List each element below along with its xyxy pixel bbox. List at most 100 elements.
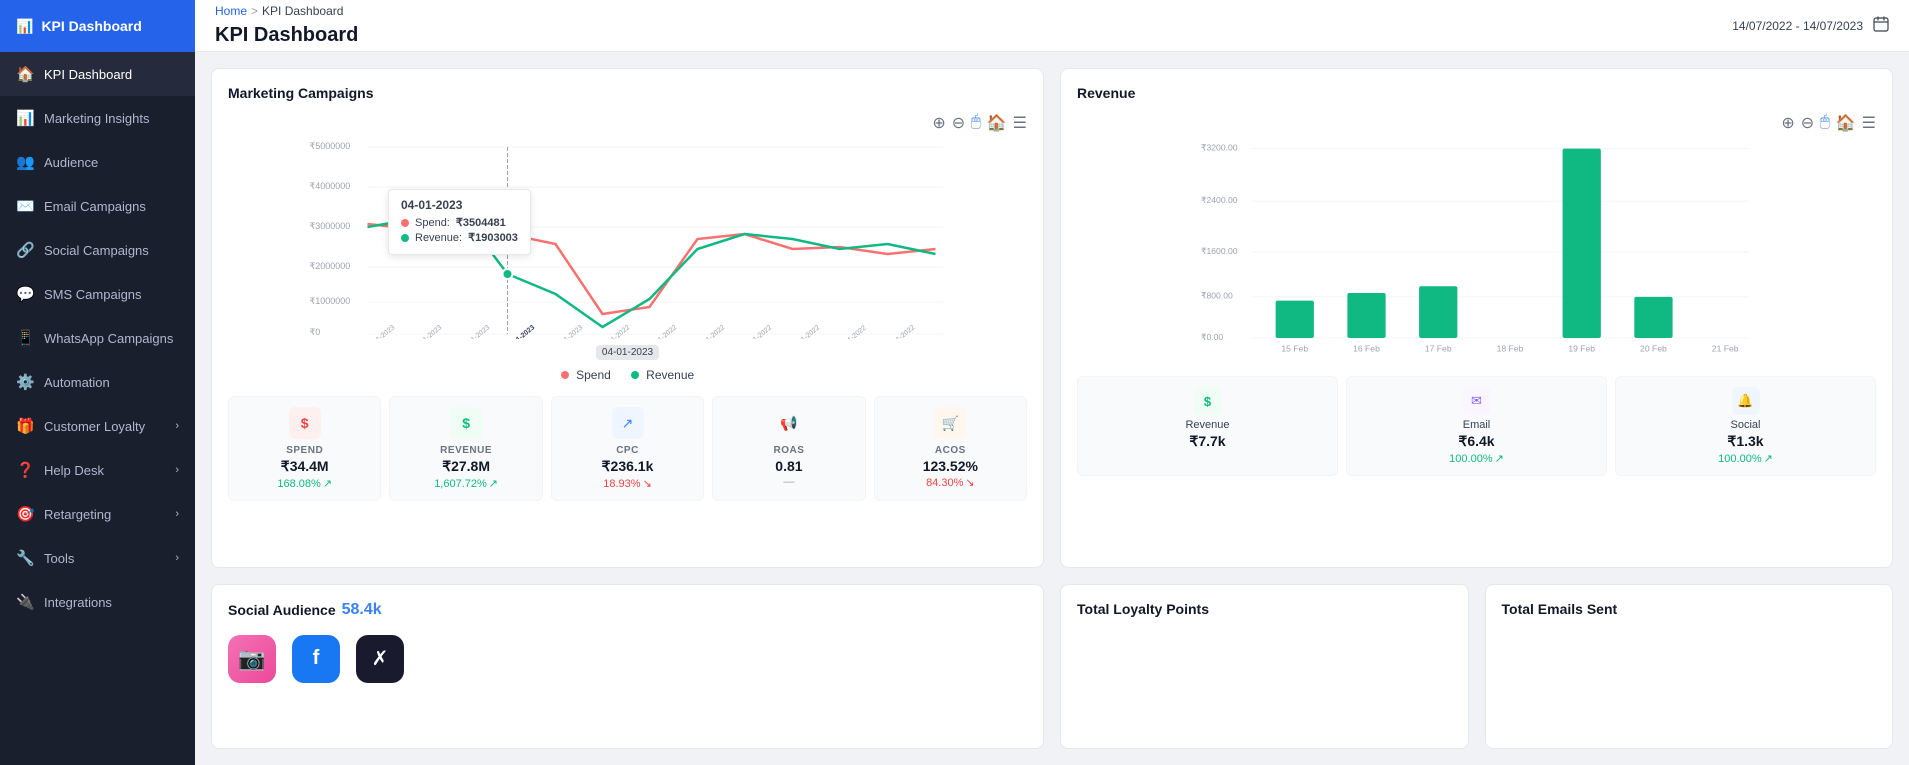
bottom-right-cards: Total Loyalty Points Total Emails Sent <box>1060 584 1893 750</box>
sidebar-item-help-label: Help Desk <box>44 463 104 478</box>
rev-dollar-icon: $ <box>1194 387 1222 415</box>
spend-dot <box>561 371 569 379</box>
social-title-row: Social Audience 58.4k <box>228 601 1027 619</box>
facebook-item: f <box>292 635 340 683</box>
revenue-icon-wrap: $ <box>450 407 482 439</box>
revenue-change-value: 1,607.72% <box>434 478 487 490</box>
legend-spend: Spend <box>561 368 611 382</box>
rev-zoom-in-icon[interactable]: ⊕ <box>1781 113 1794 133</box>
acos-value: 123.52% <box>887 458 1014 474</box>
sidebar-item-automation[interactable]: ⚙️ Automation <box>0 360 195 404</box>
sidebar-item-sms-campaigns[interactable]: 💬 SMS Campaigns <box>0 272 195 316</box>
sidebar-item-whatsapp-campaigns[interactable]: 📱 WhatsApp Campaigns <box>0 316 195 360</box>
svg-text:07-01-2022: 07-01-2022 <box>646 324 678 339</box>
sidebar-item-email-label: Email Campaigns <box>44 199 146 214</box>
bar-16feb <box>1347 293 1385 338</box>
sidebar-item-retargeting[interactable]: 🎯 Retargeting › <box>0 492 195 536</box>
tooltip-revenue-value: ₹1903003 <box>468 231 518 244</box>
rev-email-change: 100.00% ↗ <box>1359 452 1594 465</box>
selected-date-label: 04-01-2023 <box>596 345 659 360</box>
svg-text:20 Feb: 20 Feb <box>1640 343 1667 353</box>
facebook-icon-wrap: f <box>292 635 340 683</box>
acos-trend-icon: ↘ <box>965 476 974 489</box>
sidebar-item-audience[interactable]: 👥 Audience <box>0 140 195 184</box>
chart-toolbar-marketing: ⊕ ⊖ 🖱 🏠 ☰ <box>228 113 1027 133</box>
sidebar-item-kpi-dashboard[interactable]: 🏠 KPI Dashboard <box>0 52 195 96</box>
chart-tooltip: 04-01-2023 Spend: ₹3504481 Revenue: ₹190… <box>388 189 531 255</box>
sidebar-logo[interactable]: 📊 KPI Dashboard <box>0 0 195 52</box>
social-campaigns-icon: 🔗 <box>16 241 34 259</box>
roas-icon: 📢 <box>780 415 797 432</box>
tooltip-revenue-row: Revenue: ₹1903003 <box>401 231 518 244</box>
marketing-insights-icon: 📊 <box>16 109 34 127</box>
revenue-title: Revenue <box>1077 85 1876 101</box>
cpc-label: CPC <box>564 445 691 456</box>
social-audience-card: Social Audience 58.4k 📷 f ✗ <box>211 584 1044 750</box>
tooltip-spend-value: ₹3504481 <box>456 216 506 229</box>
svg-text:03-01-2023: 03-01-2023 <box>459 324 491 339</box>
refresh-icon[interactable]: 🖱 <box>971 113 981 133</box>
calendar-icon[interactable] <box>1873 16 1889 35</box>
rev-refresh-icon[interactable]: 🖱 <box>1820 113 1830 133</box>
sms-icon: 💬 <box>16 285 34 303</box>
svg-text:₹2400.00: ₹2400.00 <box>1201 195 1238 205</box>
bar-15feb <box>1276 301 1314 338</box>
tools-chevron: › <box>175 552 179 564</box>
breadcrumb-home[interactable]: Home <box>215 4 247 18</box>
roas-change: — <box>725 476 852 488</box>
sidebar-item-email-campaigns[interactable]: ✉️ Email Campaigns <box>0 184 195 228</box>
rev-home-icon[interactable]: 🏠 <box>1836 113 1856 133</box>
sidebar-item-sms-label: SMS Campaigns <box>44 287 142 302</box>
rev-social-label: Social <box>1628 419 1863 431</box>
rev-zoom-out-icon[interactable]: ⊖ <box>1801 113 1814 133</box>
revenue-icon: $ <box>462 415 470 431</box>
svg-text:₹5000000: ₹5000000 <box>310 141 351 151</box>
home-icon[interactable]: 🏠 <box>987 113 1007 133</box>
sidebar-item-help-desk[interactable]: ❓ Help Desk › <box>0 448 195 492</box>
sidebar-item-whatsapp-label: WhatsApp Campaigns <box>44 331 173 346</box>
spend-change: 168.08% ↗ <box>241 477 368 490</box>
revenue-dot <box>631 371 639 379</box>
cpc-icon: ↗ <box>622 415 634 432</box>
zoom-in-icon[interactable]: ⊕ <box>932 113 945 133</box>
rev-revenue-label: Revenue <box>1090 419 1325 431</box>
sidebar-item-integrations-label: Integrations <box>44 595 112 610</box>
revenue-value: ₹27.8M <box>402 458 529 475</box>
kpi-revenue: $ REVENUE ₹27.8M 1,607.72% ↗ <box>389 396 542 501</box>
sidebar-item-integrations[interactable]: 🔌 Integrations <box>0 580 195 624</box>
spend-label: SPEND <box>241 445 368 456</box>
svg-text:₹2000000: ₹2000000 <box>310 261 351 271</box>
total-emails-card: Total Emails Sent <box>1485 584 1894 750</box>
total-loyalty-card: Total Loyalty Points <box>1060 584 1469 750</box>
instagram-icon: 📷 <box>238 646 265 672</box>
facebook-icon: f <box>313 647 320 670</box>
total-loyalty-title: Total Loyalty Points <box>1077 601 1452 617</box>
svg-text:₹0.00: ₹0.00 <box>1201 332 1223 342</box>
help-chevron: › <box>175 464 179 476</box>
menu-icon[interactable]: ☰ <box>1013 113 1027 133</box>
retargeting-icon: 🎯 <box>16 505 34 523</box>
sidebar-item-tools-label: Tools <box>44 551 74 566</box>
instagram-icon-wrap: 📷 <box>228 635 276 683</box>
cpc-change-value: 18.93% <box>603 478 640 490</box>
chart-toolbar-revenue: ⊕ ⊖ 🖱 🏠 ☰ <box>1077 113 1876 133</box>
roas-label: ROAS <box>725 445 852 456</box>
svg-text:19 Feb: 19 Feb <box>1568 343 1595 353</box>
rev-metric-social: 🔔 Social ₹1.3k 100.00% ↗ <box>1615 376 1876 476</box>
svg-text:₹0: ₹0 <box>310 327 321 337</box>
bar-17feb <box>1419 286 1457 338</box>
rev-social-change: 100.00% ↗ <box>1628 452 1863 465</box>
bar-chart-container: ₹3200.00 ₹2400.00 ₹1600.00 ₹800.00 ₹0.00 <box>1077 139 1876 364</box>
revenue-change: 1,607.72% ↗ <box>402 477 529 490</box>
sidebar-item-tools[interactable]: 🔧 Tools › <box>0 536 195 580</box>
rev-email-icon: ✉ <box>1463 387 1491 415</box>
sidebar-item-social-campaigns[interactable]: 🔗 Social Campaigns <box>0 228 195 272</box>
zoom-out-icon[interactable]: ⊖ <box>952 113 965 133</box>
revenue-label: REVENUE <box>402 445 529 456</box>
revenue-trend-icon: ↗ <box>489 477 498 490</box>
spend-change-value: 168.08% <box>277 478 320 490</box>
sidebar-item-customer-loyalty[interactable]: 🎁 Customer Loyalty › <box>0 404 195 448</box>
svg-text:09-01-2022: 09-01-2022 <box>741 324 773 339</box>
sidebar-item-marketing-insights[interactable]: 📊 Marketing Insights <box>0 96 195 140</box>
rev-menu-icon[interactable]: ☰ <box>1862 113 1876 133</box>
